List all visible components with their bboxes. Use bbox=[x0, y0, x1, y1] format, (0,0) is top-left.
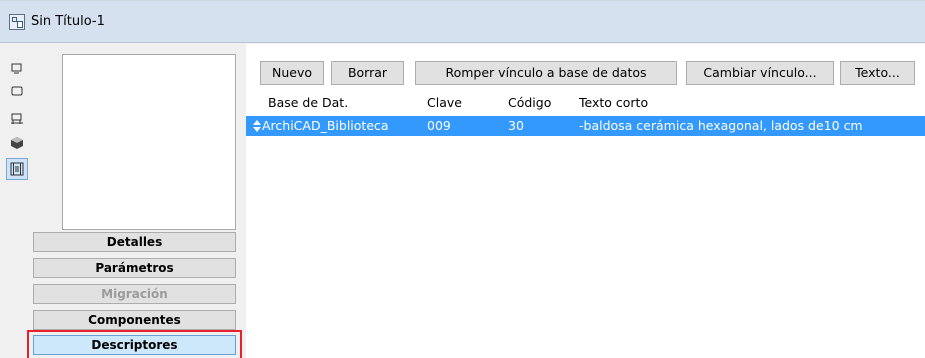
column-header-database[interactable]: Base de Dat. bbox=[268, 94, 348, 112]
left-toolbar bbox=[0, 44, 32, 358]
archicad-app-icon bbox=[9, 14, 25, 30]
dialog-window: Sin Título-1 Detalles Parámetros Migraci… bbox=[0, 0, 925, 358]
cube-3d-icon[interactable] bbox=[6, 132, 28, 154]
table-row[interactable]: ArchiCAD_Biblioteca 009 30 -baldosa cerá… bbox=[246, 116, 925, 136]
reorder-handle-icon[interactable] bbox=[253, 120, 261, 132]
table-element-icon[interactable] bbox=[6, 108, 28, 130]
nav-button-detalles[interactable]: Detalles bbox=[33, 232, 236, 252]
cell-code: 30 bbox=[508, 118, 524, 133]
text-button[interactable]: Texto... bbox=[840, 61, 915, 85]
nav-button-migracion[interactable]: Migración bbox=[33, 284, 236, 304]
film-list-icon[interactable] bbox=[6, 158, 28, 180]
title-bar: Sin Título-1 bbox=[0, 1, 925, 43]
object-icon[interactable] bbox=[6, 58, 28, 80]
preview-panel bbox=[62, 54, 236, 230]
column-header-code[interactable]: Código bbox=[508, 94, 551, 112]
selection-highlight-frame bbox=[27, 330, 242, 358]
cell-database: ArchiCAD_Biblioteca bbox=[262, 118, 389, 133]
change-link-button[interactable]: Cambiar vínculo... bbox=[686, 61, 834, 85]
descriptors-panel: Nuevo Borrar Romper vínculo a base de da… bbox=[246, 44, 925, 358]
new-button[interactable]: Nuevo bbox=[260, 61, 324, 85]
nav-button-componentes[interactable]: Componentes bbox=[33, 310, 236, 330]
column-header-short-text[interactable]: Texto corto bbox=[579, 94, 648, 112]
delete-button[interactable]: Borrar bbox=[331, 61, 404, 85]
nav-button-parametros[interactable]: Parámetros bbox=[33, 258, 236, 278]
rectangle-icon[interactable] bbox=[6, 80, 28, 102]
column-header-key[interactable]: Clave bbox=[427, 94, 462, 112]
window-title: Sin Título-1 bbox=[31, 14, 105, 29]
cell-key: 009 bbox=[427, 118, 451, 133]
break-link-button[interactable]: Romper vínculo a base de datos bbox=[415, 61, 677, 85]
cell-short-text: -baldosa cerámica hexagonal, lados de10 … bbox=[579, 118, 863, 133]
